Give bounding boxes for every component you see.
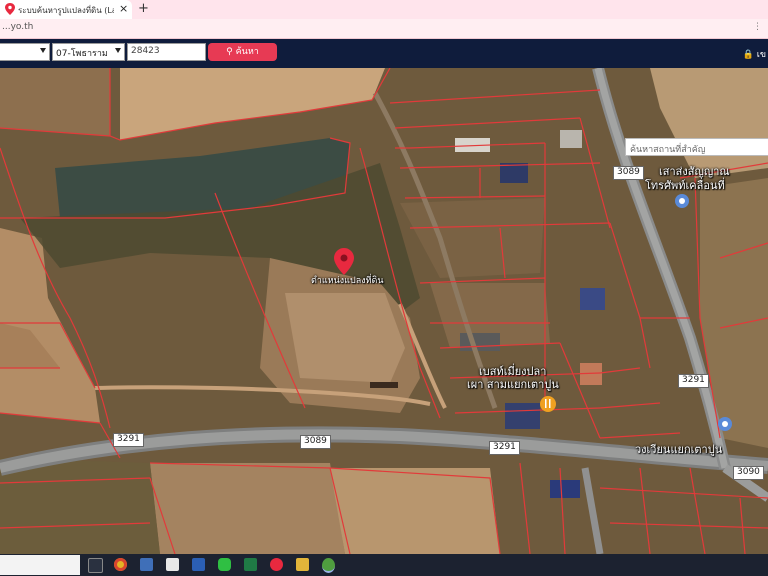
login-label: เข	[756, 50, 766, 60]
map-pin-icon	[5, 3, 15, 15]
url-text[interactable]: ...yo.th	[2, 22, 33, 32]
parcel-number-input[interactable]: 28423	[127, 43, 206, 61]
road-shield-3291: 3291	[678, 374, 709, 388]
browser-tab-bar: ระบบค้นหารูปแปลงที่ดิน (LandsMaps) × +	[0, 0, 768, 19]
poi-label-restaurant-2: เผา สามแยกเตาปูน	[467, 378, 559, 391]
taskbar-search-box[interactable]	[0, 555, 80, 575]
tambon-select-value: 07-โพธาราม	[56, 49, 108, 59]
lock-icon: 🔒	[742, 50, 754, 60]
browser-menu-icon[interactable]: ⋮	[753, 22, 762, 32]
map-canvas[interactable]: ค้นหาสถานที่สำคัญ ตำแหน่งแปลงที่ดิน เสาส…	[0, 68, 768, 554]
landmark-search-input[interactable]: ค้นหาสถานที่สำคัญ	[625, 138, 768, 156]
tab-title: ระบบค้นหารูปแปลงที่ดิน (LandsMaps)	[18, 6, 114, 15]
parcel-location-label: ตำแหน่งแปลงที่ดิน	[311, 276, 384, 286]
word-icon[interactable]	[192, 558, 205, 571]
tab-close-button[interactable]: ×	[119, 2, 128, 16]
task-view-icon[interactable]	[88, 558, 103, 573]
tower-poi-icon	[675, 194, 689, 208]
tambon-select[interactable]: 07-โพธาราม	[52, 43, 125, 61]
search-icon: ⚲	[226, 47, 233, 57]
line-icon[interactable]	[218, 558, 231, 571]
amphoe-select[interactable]	[0, 43, 50, 61]
parcel-number-value: 28423	[131, 46, 160, 56]
restaurant-poi-icon	[540, 396, 556, 412]
address-bar[interactable]: ...yo.th ⋮	[0, 19, 768, 39]
search-toolbar: 07-โพธาราม 28423 ⚲ ค้นหา 🔒 เข	[0, 39, 768, 68]
login-link[interactable]: 🔒 เข	[743, 47, 766, 61]
poi-label-roundabout: วงเวียนแยกเตาปูน	[635, 443, 723, 456]
browser-tab[interactable]: ระบบค้นหารูปแปลงที่ดิน (LandsMaps) ×	[0, 0, 132, 19]
folder-icon[interactable]	[296, 558, 309, 571]
chrome-active-icon[interactable]	[322, 558, 335, 573]
road-shield-3090: 3090	[733, 466, 764, 480]
file-explorer-icon[interactable]	[140, 558, 153, 571]
excel-icon[interactable]	[244, 558, 257, 571]
road-shield-3089: 3089	[300, 435, 331, 449]
road-shield-3291: 3291	[489, 441, 520, 455]
new-tab-button[interactable]: +	[138, 1, 149, 17]
opera-icon[interactable]	[270, 558, 283, 571]
chevron-down-icon	[40, 48, 46, 53]
chrome-icon[interactable]	[114, 558, 127, 571]
chevron-down-icon	[115, 48, 121, 53]
search-button[interactable]: ⚲ ค้นหา	[208, 43, 277, 61]
search-button-label: ค้นหา	[235, 47, 259, 57]
road-shield-3089: 3089	[613, 166, 644, 180]
poi-label-tower-2: โทรศัพท์เคลื่อนที่	[645, 179, 725, 192]
road-shield-3291: 3291	[113, 433, 144, 447]
store-icon[interactable]	[166, 558, 179, 571]
roundabout-poi-icon	[718, 417, 732, 431]
os-taskbar	[0, 554, 768, 576]
